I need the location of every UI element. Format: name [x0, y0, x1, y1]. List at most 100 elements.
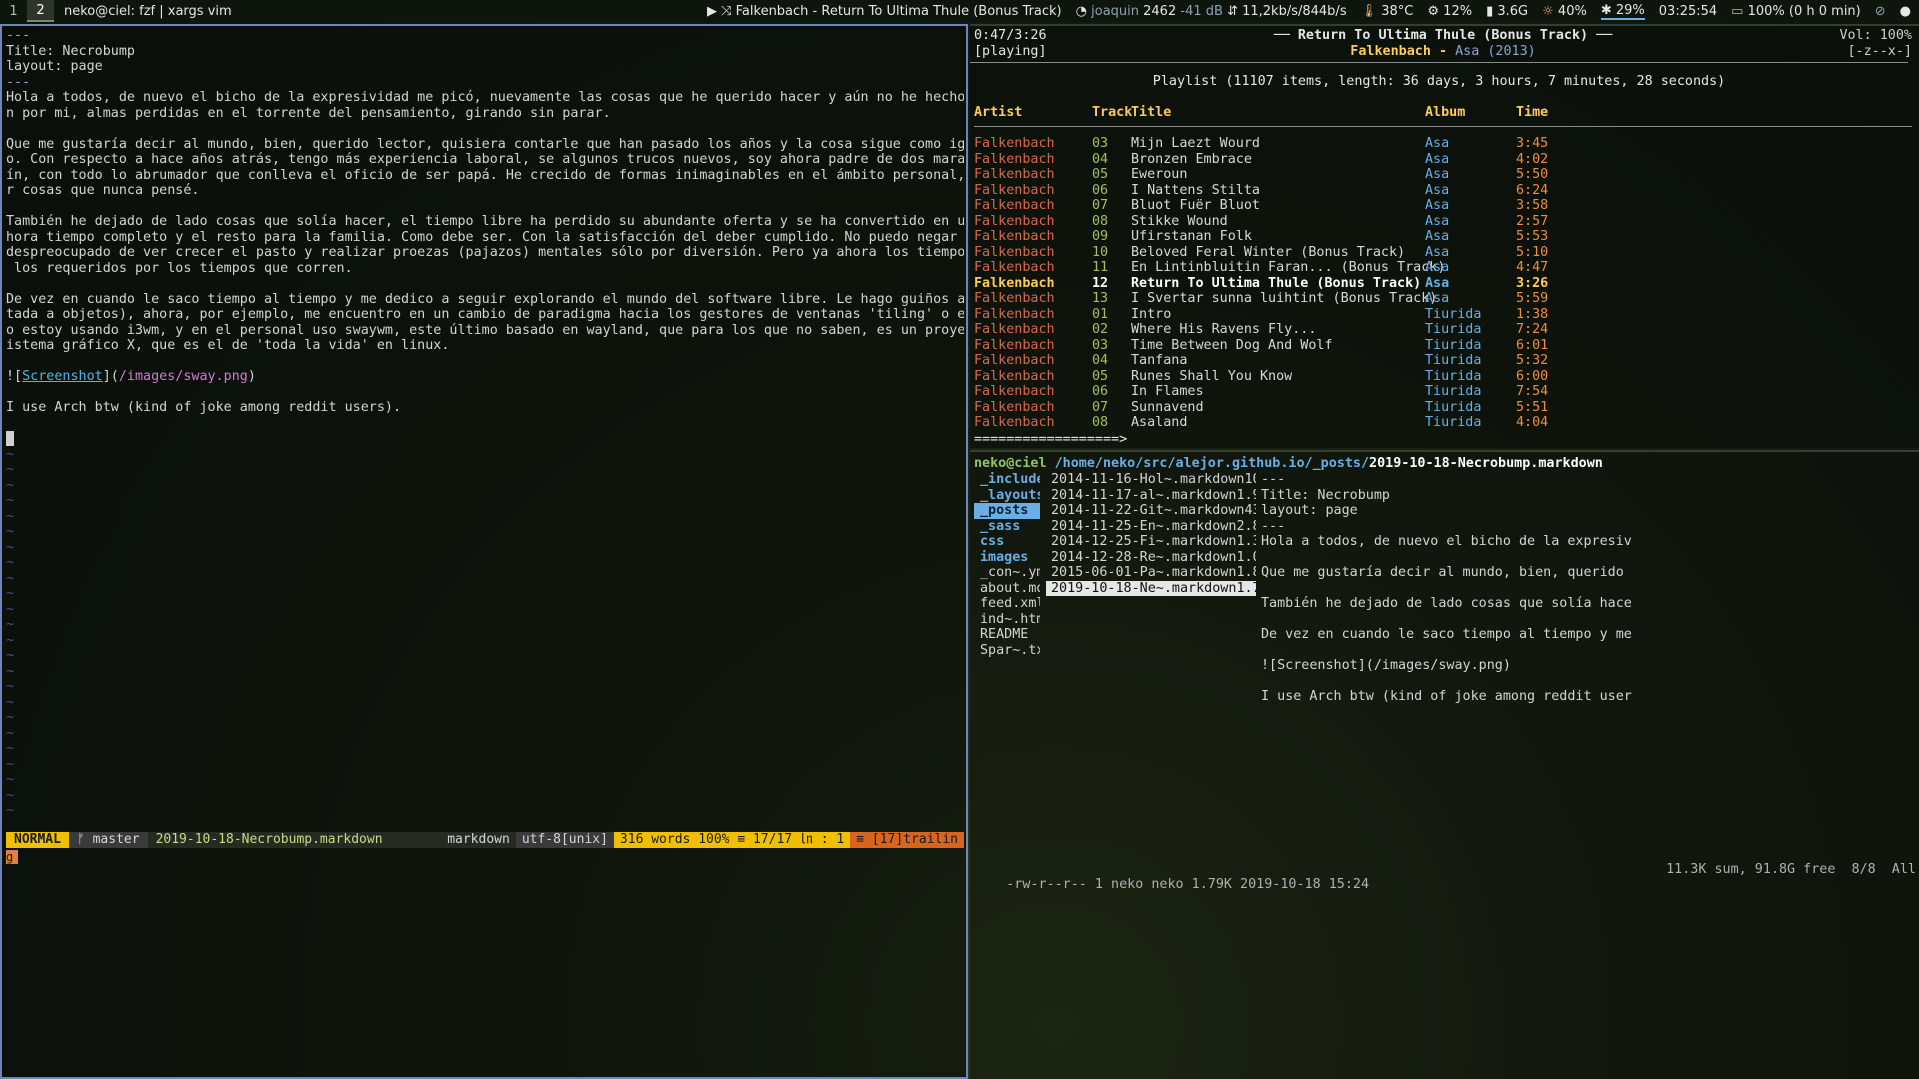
- file-size: 1.33 K: [1236, 534, 1256, 549]
- empty-line-marker: ~: [6, 493, 15, 508]
- directory-entry[interactable]: _layouts: [974, 488, 1040, 504]
- workspace-2-button[interactable]: 2: [27, 0, 54, 22]
- playlist-row[interactable]: Falkenbach 04 Bronzen Embrace Asa 4:02: [974, 152, 1912, 168]
- track-track: 07: [1092, 399, 1109, 415]
- track-title: Return To Ultima Thule (Bonus Track): [1131, 275, 1422, 291]
- file-entry[interactable]: Spar~.txt: [974, 643, 1040, 659]
- track-time: 5:59: [1516, 291, 1549, 306]
- playlist-row[interactable]: Falkenbach 03 Mijn Laezt Wourd Asa 3:45: [974, 136, 1912, 152]
- playlist-row[interactable]: Falkenbach 06 In Flames Tiurida 7:54: [974, 384, 1912, 400]
- playlist-row[interactable]: Falkenbach 09 Ufirstanan Folk Asa 5:53: [974, 229, 1912, 245]
- playlist-row[interactable]: Falkenbach 06 I Nattens Stilta Asa 6:24: [974, 183, 1912, 199]
- track-time: 3:45: [1516, 136, 1549, 151]
- track-artist: Falkenbach: [974, 415, 1055, 430]
- tray-icon[interactable]: ●: [1900, 4, 1911, 19]
- track-title: Tanfana: [1131, 353, 1188, 368]
- cursor-line[interactable]: [6, 431, 964, 447]
- memory-icon: ▮: [1486, 3, 1494, 19]
- now-playing-block[interactable]: ▶ ⤨ Falkenbach - Return To Ultima Thule …: [707, 4, 1062, 19]
- file-entry[interactable]: _con~.yml: [974, 565, 1040, 581]
- empty-line-marker: ~: [6, 539, 15, 555]
- track-track: 04: [1092, 151, 1109, 167]
- file-entry[interactable]: 2015-06-01-Pa~.markdown1.81 K: [1046, 565, 1256, 581]
- track-title: Bluot Fuër Bluot: [1131, 198, 1260, 213]
- ranger-file-column[interactable]: 2014-11-16-Hol~.markdown108 B2014-11-17-…: [1046, 472, 1256, 596]
- playlist-row[interactable]: Falkenbach 02 Where His Ravens Fly... Tiuri…: [974, 322, 1912, 338]
- bluetooth-icon: ✱: [1600, 2, 1612, 18]
- buffer-line: o. Con respecto a hace años atrás, tengo…: [6, 152, 964, 167]
- column-title[interactable]: Title: [1131, 105, 1171, 120]
- playlist-row[interactable]: Falkenbach 11 En Lintinbluitin Faran... (B…: [974, 260, 1912, 276]
- track-time: 5:32: [1516, 353, 1549, 368]
- column-track[interactable]: Track: [1092, 105, 1132, 120]
- playlist-row-current[interactable]: Falkenbach 12 Return To Ultima Thule (Bonu…: [974, 276, 1912, 292]
- playlist-row[interactable]: Falkenbach 10 Beloved Feral Winter (Bonus …: [974, 245, 1912, 261]
- track-title: Runes Shall You Know: [1131, 368, 1293, 384]
- track-time: 5:53: [1516, 229, 1549, 244]
- playlist-row[interactable]: Falkenbach 07 Sunnavend Tiurida 5:51: [974, 400, 1912, 416]
- playlist-row[interactable]: Falkenbach 13 I Svertar sunna luihtint (Bo…: [974, 291, 1912, 307]
- preview-line: ![Screenshot](/images/sway.png): [1261, 658, 1511, 673]
- directory-entry[interactable]: _includes: [974, 472, 1040, 488]
- track-artist: Falkenbach: [974, 260, 1055, 275]
- column-time[interactable]: Time: [1516, 105, 1548, 120]
- playlist-row[interactable]: Falkenbach 07 Bluot Fuër Bluot Asa 3:58: [974, 198, 1912, 214]
- track-title: Asaland: [1131, 415, 1188, 430]
- track-album: Tiurida: [1425, 415, 1482, 430]
- file-entry[interactable]: 2014-11-16-Hol~.markdown108 B: [1046, 472, 1256, 488]
- playlist-row[interactable]: Falkenbach 08 Asaland Tiurida 4:04: [974, 415, 1912, 431]
- ranger-preview-column: --- Title: Necrobump layout: page --- Hola a…: [1261, 472, 1915, 705]
- file-entry[interactable]: 2014-11-25-En~.markdown2.86 K: [1046, 519, 1256, 535]
- playlist-row[interactable]: Falkenbach 04 Tanfana Tiurida 5:32: [974, 353, 1912, 369]
- player-flags: [-z--x-]: [1847, 44, 1913, 59]
- vim-editor-pane[interactable]: --- Title: Necrobump layout: page --- Hola a…: [0, 24, 968, 1079]
- directory-entry[interactable]: images: [974, 550, 1040, 566]
- column-album[interactable]: Album: [1425, 105, 1465, 120]
- buffer-line: o estoy usando i3wm, y en el personal us…: [6, 322, 964, 338]
- file-entry[interactable]: feed.xml: [974, 596, 1040, 612]
- playlist-row[interactable]: Falkenbach 01 Intro Tiurida 1:38: [974, 307, 1912, 323]
- playlist[interactable]: Falkenbach 03 Mijn Laezt Wourd Asa 3:45 Falke…: [974, 136, 1912, 431]
- playlist-row[interactable]: Falkenbach 03 Time Between Dog And Wolf Tiu…: [974, 338, 1912, 354]
- vim-buffer[interactable]: --- Title: Necrobump layout: page --- Hola a…: [6, 28, 964, 819]
- vim-filetype: markdown: [447, 832, 510, 847]
- volume-indicator[interactable]: Vol: 100%: [1839, 28, 1912, 43]
- file-entry[interactable]: 2014-11-17-al~.markdown1.97 K: [1046, 488, 1256, 504]
- vim-command-line[interactable]: g: [6, 850, 18, 864]
- file-entry[interactable]: 2014-12-25-Fi~.markdown1.33 K: [1046, 534, 1256, 550]
- file-entry[interactable]: 2014-11-22-Git~.markdown435 B: [1046, 503, 1256, 519]
- playlist-row[interactable]: Falkenbach 05 Runes Shall You Know Tiurida 6…: [974, 369, 1912, 385]
- directory-entry[interactable]: _posts: [974, 503, 1040, 519]
- empty-line-marker: ~: [6, 632, 15, 648]
- workspace-1-button[interactable]: 1: [0, 0, 27, 22]
- preview-line: layout: page: [1261, 503, 1358, 518]
- track-album: Tiurida: [1425, 353, 1482, 368]
- directory-entry[interactable]: _sass: [974, 519, 1040, 535]
- buffer-line: [6, 354, 964, 370]
- directory-entry[interactable]: css: [974, 534, 1040, 550]
- ncmpcpp-pane[interactable]: 0:47/3:26 [playing] ── Return To Ultima …: [970, 24, 1919, 448]
- gear-icon: ⚙: [1427, 3, 1440, 19]
- ranger-pane[interactable]: neko@ciel /home/neko/src/alejor.github.i…: [970, 450, 1919, 1079]
- file-entry[interactable]: README: [974, 627, 1040, 643]
- progress-bar[interactable]: ==================>: [974, 432, 1127, 447]
- file-entry[interactable]: 2019-10-18-Ne~.markdown1.79 K: [1046, 580, 1256, 596]
- markdown-link-url[interactable]: /images/sway.png: [119, 369, 248, 384]
- column-artist[interactable]: Artist: [974, 105, 1022, 120]
- playlist-row[interactable]: Falkenbach 05 Eweroun Asa 5:50: [974, 167, 1912, 183]
- track-album: Asa: [1425, 291, 1450, 306]
- track-track: 03: [1092, 136, 1109, 151]
- file-entry[interactable]: ind~.html: [974, 612, 1040, 628]
- file-entry[interactable]: about.md: [974, 581, 1040, 597]
- track-album: Tiurida: [1425, 322, 1482, 337]
- file-size: 1.02 K: [1236, 549, 1256, 565]
- empty-line-marker: ~: [6, 772, 15, 787]
- track-time: 3:58: [1516, 198, 1549, 213]
- track-track: 03: [1092, 337, 1109, 353]
- disk-info: 11.3K sum, 91.8G free 8/8 All: [1666, 862, 1916, 877]
- playlist-row[interactable]: Falkenbach 08 Stikke Wound Asa 2:57: [974, 214, 1912, 230]
- markdown-link-text[interactable]: Screenshot: [22, 369, 103, 384]
- file-entry[interactable]: 2014-12-28-Re~.markdown1.02 K: [1046, 550, 1256, 566]
- clock: 03:25:54: [1658, 3, 1718, 19]
- ranger-parent-column[interactable]: _includes_layouts_posts_sasscssimages_co…: [974, 472, 1040, 658]
